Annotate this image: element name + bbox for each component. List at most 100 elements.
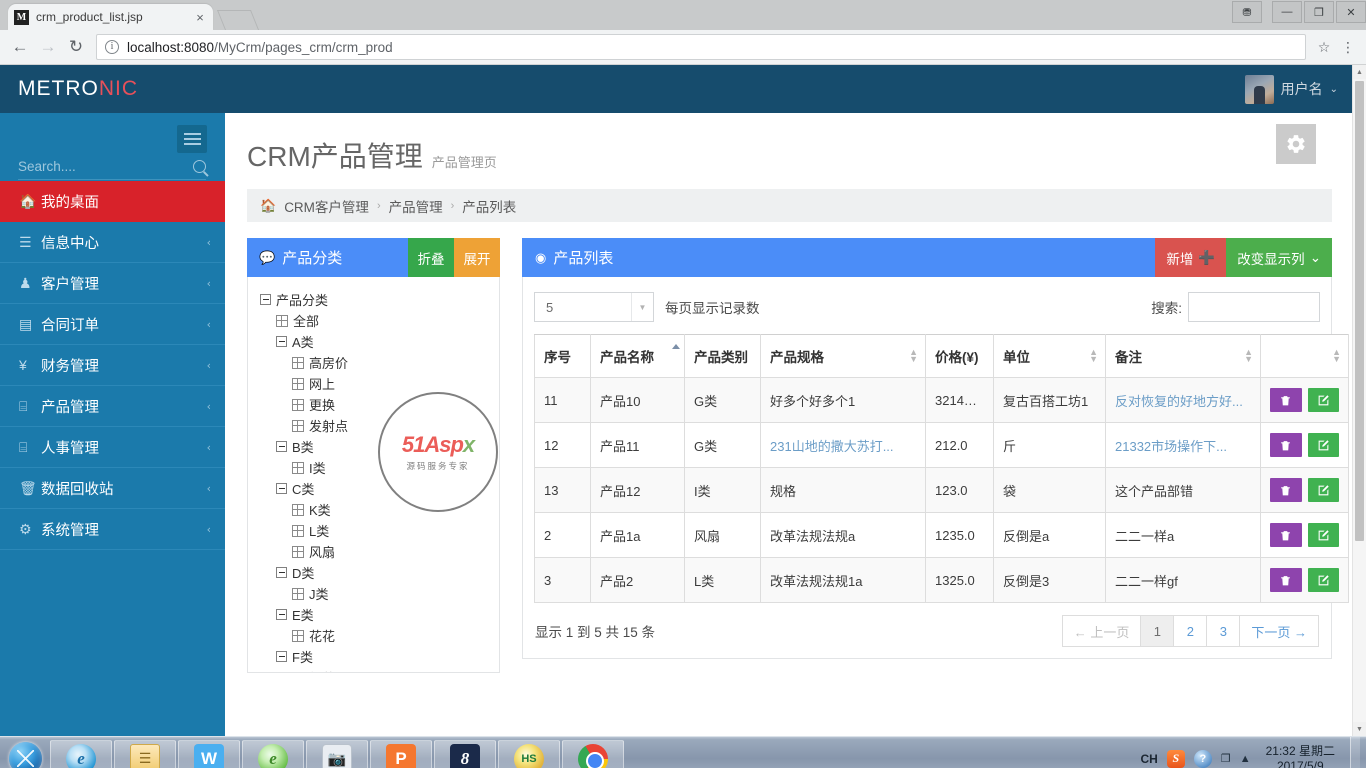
tree-node[interactable]: A类 xyxy=(260,331,489,352)
tree-node[interactable]: 高房价 xyxy=(260,352,489,373)
delete-row-button[interactable] xyxy=(1270,568,1302,592)
tree-collapse-icon[interactable] xyxy=(276,441,287,452)
delete-row-button[interactable] xyxy=(1270,388,1302,412)
tree-collapse-icon[interactable] xyxy=(276,651,287,662)
sogou-ime-icon[interactable]: S xyxy=(1166,749,1185,768)
expand-tree-button[interactable]: 展开 xyxy=(454,238,500,277)
wps-writer-taskbar-button[interactable]: W xyxy=(178,739,240,768)
column-header-0[interactable]: 序号 xyxy=(534,334,591,378)
browser-e-taskbar-button[interactable]: e xyxy=(242,739,304,768)
sidebar-item-4[interactable]: ¥ 财务管理 ‹ xyxy=(0,345,225,386)
sidebar-item-2[interactable]: ♟ 客户管理 ‹ xyxy=(0,263,225,304)
tree-node[interactable]: E类 xyxy=(260,604,489,625)
pagination-next-button[interactable]: 下一页 → xyxy=(1239,615,1319,647)
pagination-page-2[interactable]: 2 xyxy=(1173,615,1208,647)
sidebar-item-0[interactable]: 🏠 我的桌面 xyxy=(0,181,225,222)
chrome-taskbar-button[interactable] xyxy=(562,739,624,768)
breadcrumb-item-0[interactable]: CRM客户管理 xyxy=(284,196,369,216)
tree-node[interactable]: 倒萨 xyxy=(260,667,489,672)
tab-close-icon[interactable]: × xyxy=(193,10,207,25)
sidebar-item-6[interactable]: ⌸ 人事管理 ‹ xyxy=(0,427,225,468)
change-columns-button[interactable]: 改变显示列 ⌄ xyxy=(1226,238,1332,277)
navicat-taskbar-button[interactable]: 8 xyxy=(434,739,496,768)
tree-node[interactable]: J类 xyxy=(260,583,489,604)
app-logo[interactable]: METRONIC xyxy=(0,77,225,101)
scroll-up-icon[interactable]: ▲ xyxy=(1353,65,1366,79)
column-header-3[interactable]: 产品规格 ▲ ▼ xyxy=(760,334,926,378)
tree-collapse-icon[interactable] xyxy=(276,609,287,620)
delete-row-button[interactable] xyxy=(1270,478,1302,502)
tree-node[interactable]: 风扇 xyxy=(260,541,489,562)
search-icon[interactable] xyxy=(193,160,206,173)
sidebar-item-8[interactable]: ⚙ 系统管理 ‹ xyxy=(0,509,225,550)
column-header-6[interactable]: 备注 ▲ ▼ xyxy=(1105,334,1261,378)
edit-row-button[interactable] xyxy=(1307,478,1339,502)
tree-collapse-icon[interactable] xyxy=(260,294,271,305)
search-input[interactable] xyxy=(18,159,178,174)
settings-gear-button[interactable] xyxy=(1276,124,1316,164)
window-user-button[interactable]: ⛃ xyxy=(1232,1,1262,23)
start-button[interactable] xyxy=(2,739,48,768)
pagination-page-3[interactable]: 3 xyxy=(1206,615,1241,647)
delete-row-button[interactable] xyxy=(1270,433,1302,457)
scroll-down-icon[interactable]: ▼ xyxy=(1353,722,1366,736)
back-icon[interactable]: ← xyxy=(6,33,34,61)
add-product-button[interactable]: 新增 ➕ xyxy=(1155,238,1227,277)
tree-node[interactable]: D类 xyxy=(260,562,489,583)
pagination-prev-button[interactable]: ← 上一页 xyxy=(1061,615,1142,647)
file-explorer-taskbar-button[interactable]: ☰ xyxy=(114,739,176,768)
ime-indicator[interactable]: CH xyxy=(1141,752,1158,766)
tree-node[interactable]: L类 xyxy=(260,520,489,541)
browser-tab[interactable]: M crm_product_list.jsp × xyxy=(8,4,213,30)
column-header-5[interactable]: 单位 ▲ ▼ xyxy=(993,334,1106,378)
column-header-2[interactable]: 产品类别 xyxy=(684,334,761,378)
column-header-1[interactable]: 产品名称 xyxy=(590,334,685,378)
tree-collapse-icon[interactable] xyxy=(276,483,287,494)
edit-row-button[interactable] xyxy=(1307,568,1339,592)
tree-node[interactable]: 产品分类 xyxy=(260,289,489,310)
tree-node[interactable]: K类 xyxy=(260,499,489,520)
window-minimize-button[interactable]: — xyxy=(1272,1,1302,23)
breadcrumb-item-1[interactable]: 产品管理 xyxy=(389,196,443,216)
tree-collapse-icon[interactable] xyxy=(276,567,287,578)
internet-explorer-taskbar-button[interactable]: e xyxy=(50,739,112,768)
show-desktop-button[interactable] xyxy=(1350,737,1360,768)
window-maximize-button[interactable]: ❐ xyxy=(1304,1,1334,23)
edit-row-button[interactable] xyxy=(1307,523,1339,547)
collapse-tree-button[interactable]: 折叠 xyxy=(408,238,454,277)
screen-recorder-taskbar-button[interactable]: 📷 xyxy=(306,739,368,768)
tree-node[interactable]: 全部 xyxy=(260,310,489,331)
pagination-page-1[interactable]: 1 xyxy=(1140,615,1175,647)
sidebar-item-5[interactable]: ⌸ 产品管理 ‹ xyxy=(0,386,225,427)
tree-node[interactable]: 更换 xyxy=(260,394,489,415)
column-header-4[interactable]: 价格(¥) xyxy=(925,334,994,378)
tree-node[interactable]: 花花 xyxy=(260,625,489,646)
edit-row-button[interactable] xyxy=(1307,433,1339,457)
new-tab-button[interactable] xyxy=(216,10,260,30)
tree-node[interactable]: 网上 xyxy=(260,373,489,394)
browser-menu-icon[interactable]: ⋮ xyxy=(1336,39,1360,56)
tree-node[interactable]: C类 xyxy=(260,478,489,499)
tree-node[interactable]: B类 xyxy=(260,436,489,457)
tree-collapse-icon[interactable] xyxy=(276,336,287,347)
page-scrollbar[interactable]: ▲ ▼ xyxy=(1352,65,1366,736)
reload-icon[interactable]: ↻ xyxy=(62,33,90,61)
address-bar[interactable]: i localhost:8080/MyCrm/pages_crm/crm_pro… xyxy=(96,34,1306,60)
site-info-icon[interactable]: i xyxy=(105,40,119,54)
tree-node[interactable]: F类 xyxy=(260,646,489,667)
show-hidden-icons-icon[interactable]: ▲ xyxy=(1240,753,1251,765)
column-header-7[interactable]: ▲ ▼ xyxy=(1260,334,1349,378)
table-search-input[interactable] xyxy=(1188,292,1320,322)
hs-taskbar-button[interactable]: HS xyxy=(498,739,560,768)
scrollbar-thumb[interactable] xyxy=(1355,81,1364,541)
delete-row-button[interactable] xyxy=(1270,523,1302,547)
user-menu[interactable]: 用户名 ⌄ xyxy=(1244,74,1352,104)
sidebar-search[interactable] xyxy=(18,159,206,180)
bookmark-star-icon[interactable]: ☆ xyxy=(1312,39,1336,56)
wps-presentation-taskbar-button[interactable]: P xyxy=(370,739,432,768)
window-close-button[interactable]: ✕ xyxy=(1336,1,1366,23)
window-switch-icon[interactable]: ❐ xyxy=(1221,752,1231,765)
help-icon[interactable]: ? xyxy=(1193,749,1212,768)
sidebar-item-3[interactable]: ▤ 合同订单 ‹ xyxy=(0,304,225,345)
edit-row-button[interactable] xyxy=(1307,388,1339,412)
